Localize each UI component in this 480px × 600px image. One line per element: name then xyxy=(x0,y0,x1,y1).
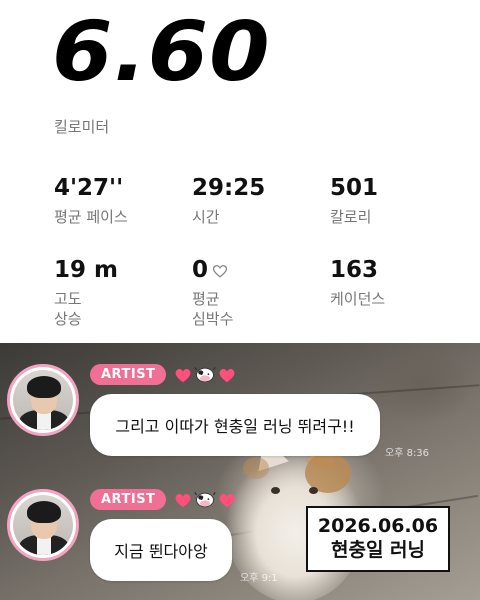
elevation-label-line1: 고도 xyxy=(54,290,82,308)
artist-avatar-photo xyxy=(13,495,73,555)
metric-elevation: 19 m 고도 상승 xyxy=(54,259,118,330)
kitten-eye xyxy=(271,487,280,494)
calories-label: 칼로리 xyxy=(330,208,372,226)
time-label: 시간 xyxy=(192,208,220,226)
sender-badge-row: ARTIST xyxy=(90,489,236,510)
heart-rate-value: 0 xyxy=(192,257,209,283)
elevation-value: 19 m xyxy=(54,257,118,283)
run-summary-panel: 6.60 킬로미터 4'27'' 평균 페이스 29:25 시간 501 칼로리… xyxy=(0,0,480,343)
message-timestamp: 오후 8:36 xyxy=(385,448,430,459)
caption-title: 현충일 러닝 xyxy=(330,539,425,561)
metric-avg-pace: 4'27'' 평균 페이스 xyxy=(54,177,128,227)
pink-heart-icon xyxy=(176,493,191,507)
artist-badge: ARTIST xyxy=(90,364,167,385)
message-timestamp: 오후 9:1 xyxy=(240,573,278,584)
heart-outline-icon xyxy=(212,264,228,278)
heart-rate-label-line1: 평균 xyxy=(192,290,220,308)
metric-time: 29:25 시간 xyxy=(192,177,265,227)
heart-rate-label: 평균 심박수 xyxy=(192,289,233,330)
chat-message-bubble[interactable]: 지금 뛴다아앙 xyxy=(90,519,232,581)
caption-date: 2026.06.06 xyxy=(317,515,439,538)
metric-cadence: 163 케이던스 xyxy=(330,259,385,309)
kitten-fur-patch xyxy=(243,457,269,479)
avatar-shirt xyxy=(37,412,51,430)
cow-face-icon xyxy=(194,491,217,507)
distance-unit-label: 킬로미터 xyxy=(54,118,110,136)
artist-avatar[interactable] xyxy=(7,489,79,561)
pink-heart-icon xyxy=(220,368,235,382)
artist-avatar-photo xyxy=(13,370,73,430)
cadence-label: 케이던스 xyxy=(330,290,386,308)
avatar-hair xyxy=(27,501,61,523)
pink-heart-icon xyxy=(220,493,235,507)
elevation-label-line2: 상승 xyxy=(54,310,82,329)
elevation-label: 고도 상승 xyxy=(54,289,118,330)
time-value: 29:25 xyxy=(192,175,266,201)
avg-pace-value: 4'27'' xyxy=(54,175,124,201)
metric-calories: 501 칼로리 xyxy=(330,177,378,227)
pink-heart-icon xyxy=(176,368,191,382)
kitten-eye xyxy=(309,487,318,494)
artist-avatar[interactable] xyxy=(7,364,79,436)
artist-badge: ARTIST xyxy=(90,489,167,510)
chat-message-bubble[interactable]: 그리고 이따가 현충일 러닝 뛰려구!! xyxy=(90,394,380,456)
sender-badge-row: ARTIST xyxy=(90,364,236,385)
distance-value: 6.60 xyxy=(52,5,271,100)
cow-face-icon xyxy=(194,366,217,382)
cadence-value: 163 xyxy=(330,257,379,283)
metric-heart-rate: 0 평균 심박수 xyxy=(192,259,233,330)
avg-pace-label: 평균 페이스 xyxy=(54,208,128,226)
avatar-hair xyxy=(27,376,61,398)
heart-rate-label-line2: 심박수 xyxy=(192,310,234,329)
calories-value: 501 xyxy=(330,175,379,201)
date-caption-box: 2026.06.06 현충일 러닝 xyxy=(306,506,450,572)
avatar-shirt xyxy=(37,537,51,555)
heart-rate-value-row: 0 xyxy=(192,259,233,282)
